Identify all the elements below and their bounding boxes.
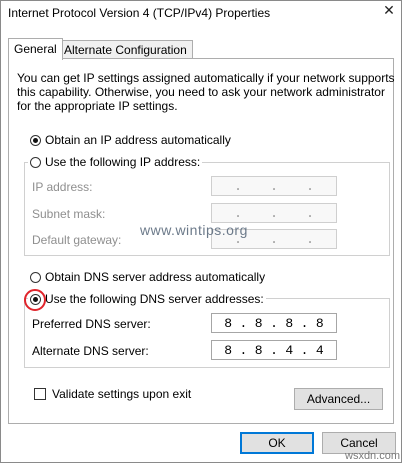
obtain-ip-auto-radio[interactable] — [30, 134, 41, 146]
octet-separator: . — [270, 205, 278, 221]
octet-separator: . — [234, 178, 242, 194]
octet-separator: . — [300, 342, 309, 358]
octet-separator: . — [234, 205, 242, 221]
obtain-ip-auto-label: Obtain an IP address automatically — [45, 133, 231, 147]
octet: 8 — [315, 315, 324, 331]
obtain-dns-auto-option[interactable]: Obtain DNS server address automatically — [30, 270, 265, 284]
obtain-dns-auto-radio[interactable] — [30, 271, 41, 283]
tab-alternate-configuration[interactable]: Alternate Configuration — [58, 40, 193, 59]
alternate-dns-label: Alternate DNS server: — [32, 344, 149, 358]
validate-settings-checkbox[interactable] — [34, 388, 46, 400]
octet: 8 — [285, 315, 294, 331]
preferred-dns-label: Preferred DNS server: — [32, 317, 151, 331]
use-following-dns-label: Use the following DNS server addresses: — [45, 292, 264, 306]
preferred-dns-input[interactable]: 8 . 8 . 8 . 8 — [211, 313, 337, 333]
use-following-ip-option[interactable]: Use the following IP address: — [28, 155, 203, 169]
subnet-mask-label: Subnet mask: — [32, 207, 106, 221]
default-gateway-label: Default gateway: — [32, 233, 122, 247]
corner-watermark: wsxdn.com — [345, 450, 401, 462]
tab-general-label: General — [14, 42, 57, 56]
octet-separator: . — [239, 315, 248, 331]
octet: 8 — [254, 342, 263, 358]
watermark-text: www.wintips.org — [140, 222, 248, 238]
tab-alternate-configuration-label: Alternate Configuration — [64, 43, 187, 57]
use-following-dns-option[interactable]: Use the following DNS server addresses: — [28, 292, 266, 306]
advanced-button[interactable]: Advanced... — [294, 388, 383, 410]
octet-separator: . — [270, 342, 278, 358]
octet: 8 — [224, 315, 233, 331]
octet-separator: . — [270, 315, 278, 331]
highlight-ring — [24, 289, 46, 311]
window-title: Internet Protocol Version 4 (TCP/IPv4) P… — [8, 6, 271, 20]
description-line: this capability. Otherwise, you need to … — [17, 85, 385, 99]
octet-separator: . — [306, 231, 314, 247]
tab-general[interactable]: General — [8, 38, 63, 60]
description-line: for the appropriate IP settings. — [17, 99, 178, 113]
description-text: You can get IP settings assigned automat… — [17, 71, 395, 113]
ip-address-input[interactable]: . . . — [211, 176, 337, 196]
validate-settings-label: Validate settings upon exit — [52, 387, 192, 401]
octet: 8 — [254, 315, 263, 331]
use-following-ip-label: Use the following IP address: — [45, 155, 201, 169]
use-following-ip-radio[interactable] — [30, 156, 41, 168]
octet-separator: . — [239, 342, 248, 358]
ip-address-label: IP address: — [32, 180, 93, 194]
description-line: You can get IP settings assigned automat… — [17, 71, 395, 85]
octet: 4 — [315, 342, 324, 358]
close-icon[interactable]: ✕ — [381, 2, 397, 18]
obtain-ip-auto-option[interactable]: Obtain an IP address automatically — [30, 133, 231, 147]
validate-settings-option[interactable]: Validate settings upon exit — [34, 387, 191, 401]
octet-separator: . — [300, 315, 309, 331]
obtain-dns-auto-label: Obtain DNS server address automatically — [45, 270, 266, 284]
octet: 8 — [224, 342, 233, 358]
ok-button[interactable]: OK — [240, 432, 314, 454]
octet: 4 — [285, 342, 294, 358]
octet-separator: . — [306, 178, 314, 194]
octet-separator: . — [306, 205, 314, 221]
subnet-mask-input[interactable]: . . . — [211, 203, 337, 223]
octet-separator: . — [270, 178, 278, 194]
octet-separator: . — [270, 231, 278, 247]
alternate-dns-input[interactable]: 8 . 8 . 4 . 4 — [211, 340, 337, 360]
